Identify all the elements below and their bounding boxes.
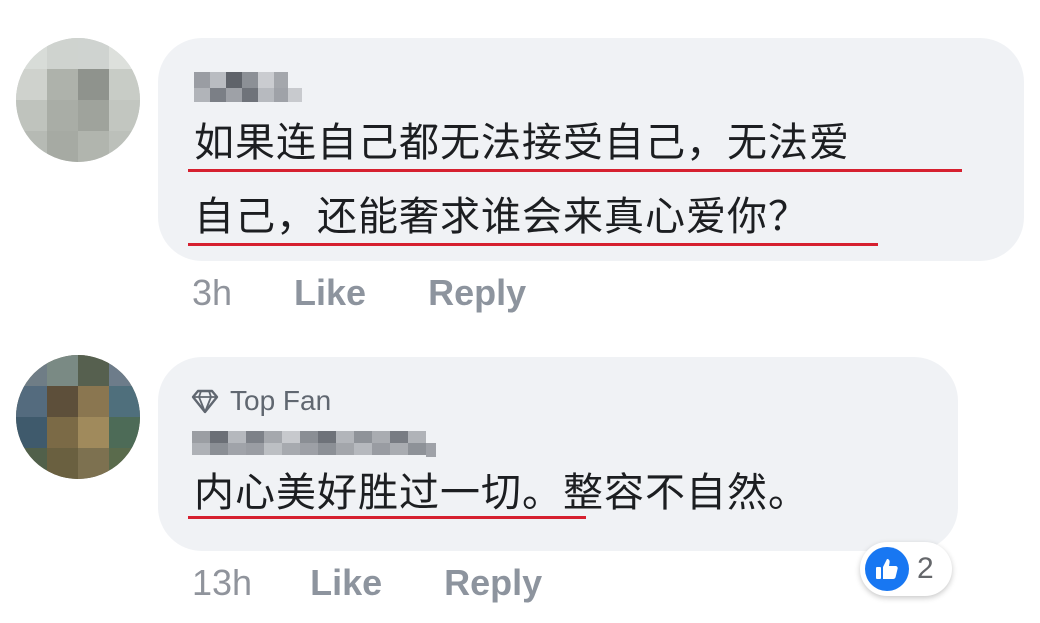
- red-underline: [188, 169, 962, 172]
- reply-button[interactable]: Reply: [444, 562, 542, 604]
- blurred-avatar-image: [16, 38, 140, 162]
- diamond-icon: [191, 389, 219, 414]
- comment-actions: 3h Like Reply: [192, 272, 526, 314]
- comment-timestamp[interactable]: 3h: [192, 272, 232, 314]
- red-underline: [188, 243, 878, 246]
- commenter-avatar[interactable]: [16, 38, 140, 162]
- comment-actions: 13h Like Reply: [192, 562, 542, 604]
- badge-label: Top Fan: [230, 385, 332, 416]
- comment-text-line: 内心美好胜过一切。整容不自然。: [188, 461, 809, 525]
- commenter-avatar[interactable]: [16, 355, 140, 479]
- reply-button[interactable]: Reply: [428, 272, 526, 314]
- comment-timestamp[interactable]: 13h: [192, 562, 252, 604]
- like-button[interactable]: Like: [310, 562, 382, 604]
- comment-bubble: Top Fan 内心美好胜过一切。整容不自然。: [158, 357, 958, 551]
- comment-text-line: 如果连自己都无法接受自己，无法爱: [188, 106, 962, 180]
- top-fan-badge[interactable]: Top Fan: [190, 381, 922, 421]
- blurred-avatar-image: [16, 355, 140, 479]
- reaction-count-pill[interactable]: 2: [860, 542, 952, 596]
- like-button[interactable]: Like: [294, 272, 366, 314]
- comment-text-line: 自己，还能奢求谁会来真心爱你？: [188, 180, 878, 254]
- red-underline: [188, 516, 586, 519]
- author-name-blurred[interactable]: [192, 423, 438, 461]
- thumbs-up-icon: [865, 547, 909, 591]
- author-name-blurred[interactable]: [192, 62, 322, 110]
- comment-bubble: 如果连自己都无法接受自己，无法爱 自己，还能奢求谁会来真心爱你？: [158, 38, 1024, 261]
- reaction-count: 2: [917, 552, 934, 585]
